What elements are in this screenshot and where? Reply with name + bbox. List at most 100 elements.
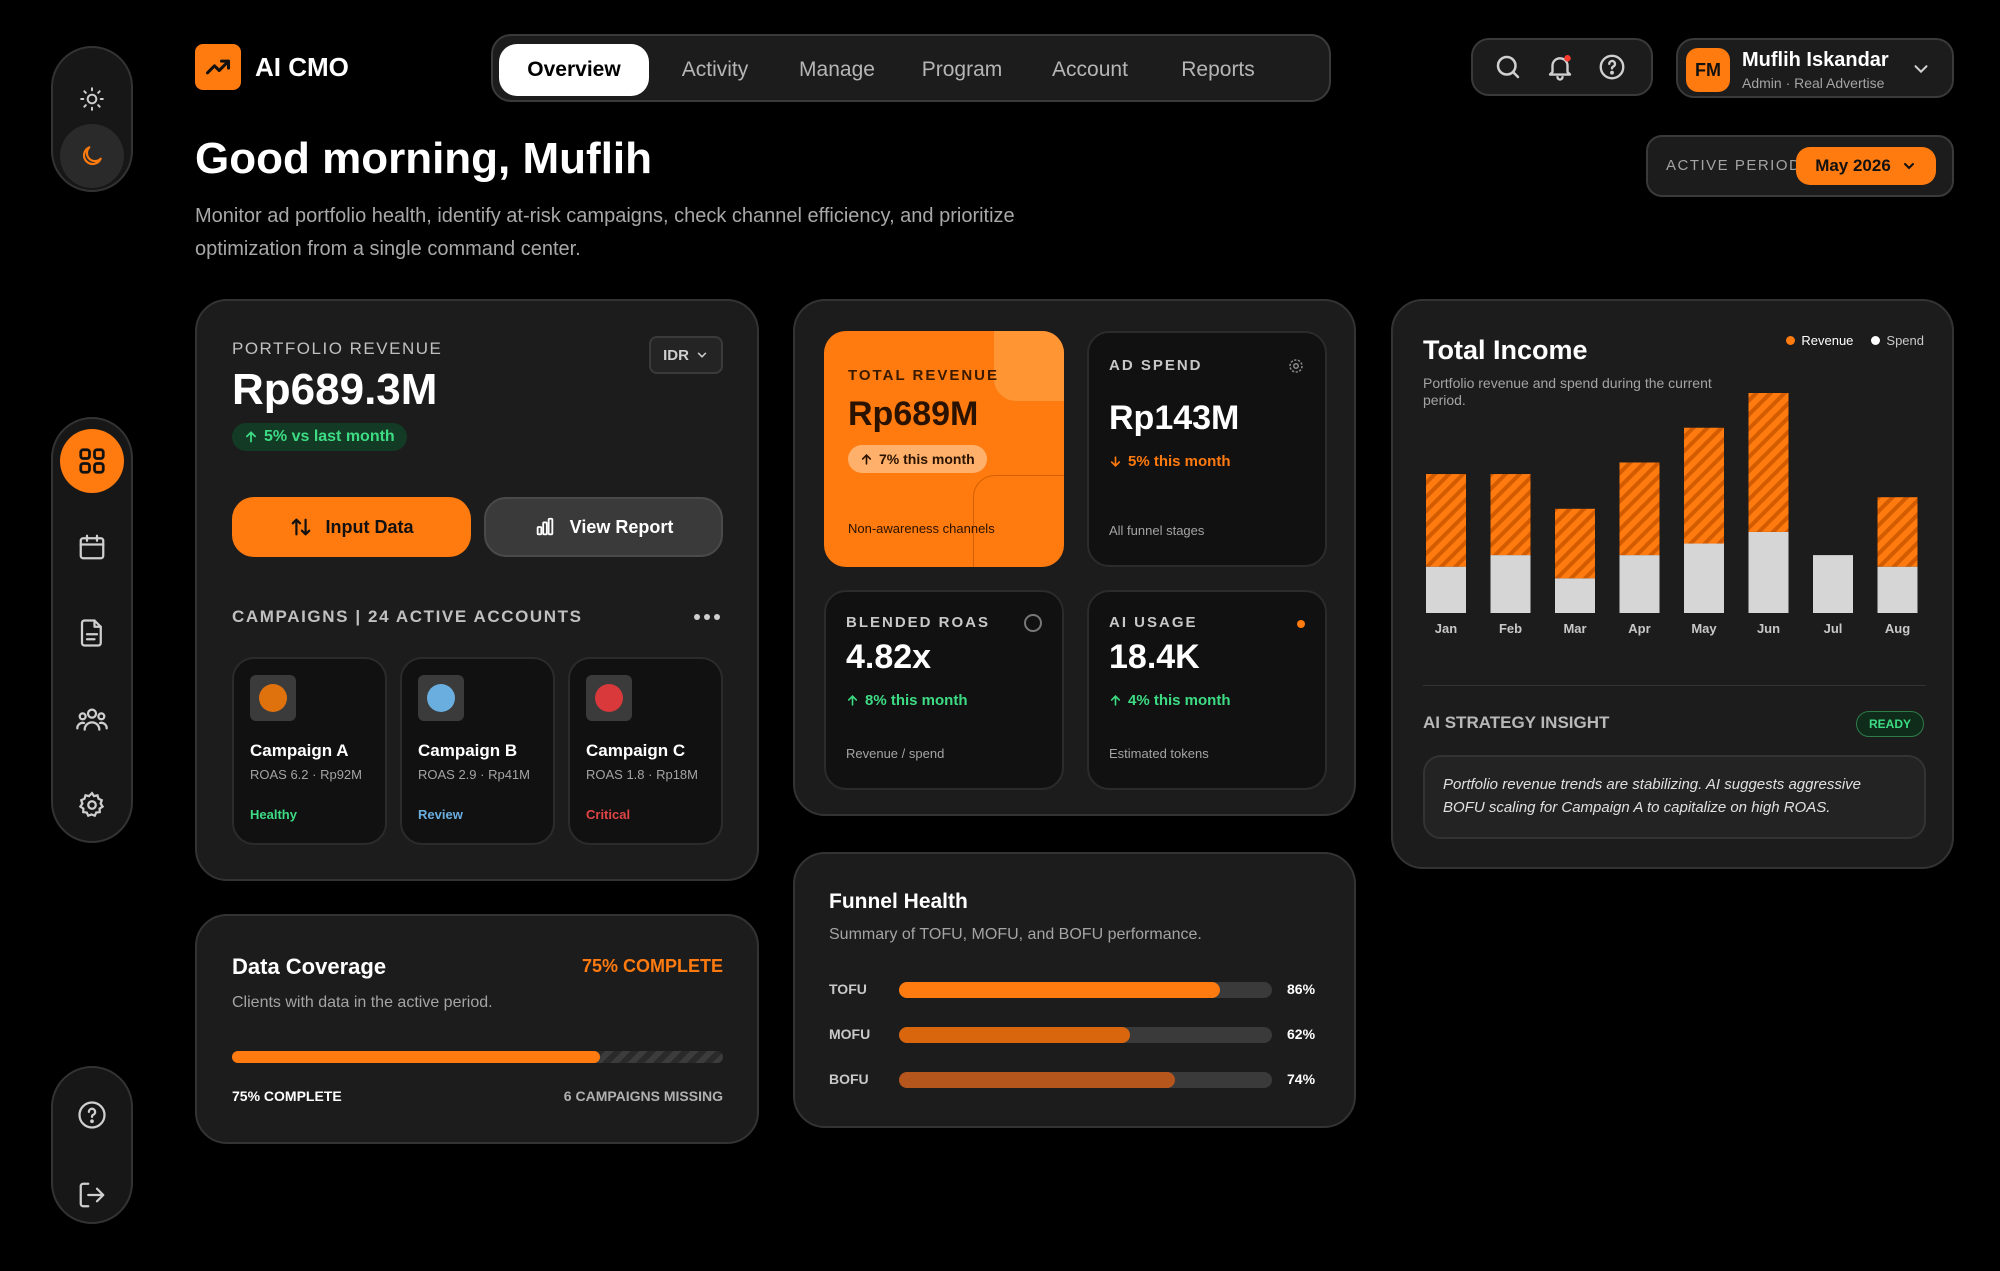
coverage-badge: 75% COMPLETE [581, 956, 723, 976]
search-button[interactable] [1493, 52, 1523, 82]
bar-revenue [1555, 508, 1595, 579]
coverage-progress-fill [232, 1051, 601, 1063]
notifications-button[interactable] [1545, 52, 1575, 82]
campaign-icon [586, 675, 632, 721]
total-revenue-change-text: 7% this month [879, 451, 975, 467]
period-select[interactable]: May 2026 [1796, 147, 1936, 185]
tab-overview[interactable]: Overview [499, 44, 649, 96]
total-revenue-change: 7% this month [848, 445, 987, 473]
ad-spend-change: 5% this month [1109, 453, 1231, 470]
bar-revenue [1748, 393, 1789, 532]
arrow-up-icon [246, 431, 256, 443]
insight-line-2: BOFU scaling for Campaign A to capitaliz… [1443, 799, 1831, 816]
view-report-button[interactable]: View Report [484, 497, 723, 557]
help-center-button[interactable] [1597, 52, 1627, 82]
campaign-meta: ROAS 6.2 · Rp92M [250, 767, 362, 782]
ad-spend-value: Rp143M [1109, 399, 1240, 437]
tab-account[interactable]: Account [1031, 44, 1149, 96]
bar-revenue [1619, 462, 1660, 556]
funnel-bar-fill [899, 982, 1220, 998]
sidebar-item-settings[interactable] [60, 773, 124, 837]
dark-mode-button[interactable] [60, 124, 124, 188]
user-name: Muflih Iskandar [1742, 49, 1889, 71]
ad-spend-change-text: 5% this month [1128, 453, 1231, 470]
sidebar-item-team[interactable] [60, 687, 124, 751]
bar-revenue [1426, 474, 1466, 567]
campaign-card[interactable]: Campaign B ROAS 2.9 · Rp41M Review [400, 657, 555, 845]
help-circle-icon [1599, 54, 1625, 80]
page-subtitle: Monitor ad portfolio health, identify at… [195, 200, 1015, 266]
funnel-bar-fill [899, 1072, 1176, 1088]
funnel-value: 62% [1287, 1026, 1316, 1042]
campaign-card[interactable]: Campaign A ROAS 6.2 · Rp92M Healthy [232, 657, 387, 845]
roas-change-text: 8% this month [865, 692, 968, 709]
subtitle-line-2: optimization from a single command cente… [195, 238, 581, 260]
ad-spend-card[interactable]: AD SPEND Rp143M 5% this month All funnel… [1087, 331, 1327, 567]
sidebar-item-dashboard[interactable] [60, 429, 124, 493]
view-report-label: View Report [569, 516, 674, 537]
portfolio-label: PORTFOLIO REVENUE [232, 339, 443, 358]
ai-usage-indicator [1297, 620, 1305, 628]
tab-reports[interactable]: Reports [1159, 44, 1277, 96]
roas-change: 8% this month [846, 692, 968, 709]
total-revenue-note: Non-awareness channels [848, 521, 995, 536]
bar-spend [1813, 555, 1853, 613]
avatar: FM [1686, 48, 1730, 92]
x-tick-label: Aug [1885, 621, 1910, 636]
tab-manage[interactable]: Manage [781, 44, 893, 96]
subtitle-line-1: Monitor ad portfolio health, identify at… [195, 205, 1015, 227]
grid-icon [79, 448, 105, 474]
ai-usage-label: AI USAGE [1109, 614, 1198, 631]
decor-shape [994, 331, 1064, 401]
input-data-button[interactable]: Input Data [232, 497, 471, 557]
moon-icon [82, 146, 102, 166]
user-role: Admin · Real Advertise [1742, 75, 1885, 91]
sidebar-item-documents[interactable] [60, 601, 124, 665]
funnel-bar-track [899, 982, 1272, 998]
page-title: Good morning, Muflih [195, 134, 653, 183]
funnel-health-card: Funnel Health Summary of TOFU, MOFU, and… [793, 852, 1356, 1128]
logout-button[interactable] [60, 1163, 124, 1227]
funnel-label: BOFU [829, 1071, 869, 1087]
ai-usage-card[interactable]: AI USAGE 18.4K 4% this month Estimated t… [1087, 590, 1327, 790]
roas-note: Revenue / spend [846, 746, 945, 761]
campaign-card[interactable]: Campaign C ROAS 1.8 · Rp18M Critical [568, 657, 723, 845]
user-menu[interactable]: FM Muflih Iskandar Admin · Real Advertis… [1676, 38, 1954, 98]
campaign-icon [418, 675, 464, 721]
total-income-card: Total Income Portfolio revenue and spend… [1391, 299, 1954, 869]
arrow-up-icon [1110, 695, 1121, 706]
coverage-footer-right: 6 CAMPAIGNS MISSING [563, 1088, 723, 1104]
blended-roas-card[interactable]: BLENDED ROAS 4.82x 8% this month Revenue… [824, 590, 1064, 790]
swap-icon [291, 518, 310, 536]
tab-program[interactable]: Program [903, 44, 1021, 96]
ai-usage-change-text: 4% this month [1128, 692, 1231, 709]
campaign-status: Healthy [250, 807, 297, 822]
roas-value: 4.82x [846, 638, 932, 676]
logout-icon [79, 1182, 105, 1208]
coverage-title: Data Coverage [232, 954, 387, 979]
insight-line-1: Portfolio revenue trends are stabilizing… [1443, 776, 1862, 793]
tab-activity[interactable]: Activity [659, 44, 771, 96]
funnel-title: Funnel Health [829, 890, 968, 913]
bar-revenue [1490, 474, 1531, 556]
bar-spend [1555, 578, 1595, 613]
gear-icon[interactable] [1287, 357, 1305, 375]
roas-label: BLENDED ROAS [846, 614, 991, 631]
campaigns-more-button[interactable] [693, 611, 721, 623]
x-tick-label: Jun [1757, 621, 1780, 636]
currency-value: IDR [663, 346, 689, 364]
chart-divider [1423, 685, 1926, 686]
currency-select[interactable]: IDR [649, 336, 723, 374]
light-mode-button[interactable] [60, 67, 124, 131]
bar-spend [1426, 566, 1466, 613]
income-bar-chart: Jan Feb Mar Apr May Jun Jul Aug [1426, 393, 1918, 636]
status-dot [595, 684, 623, 712]
arrow-up-icon [847, 695, 858, 706]
sidebar-item-calendar[interactable] [60, 515, 124, 579]
total-revenue-card[interactable]: TOTAL REVENUE Rp689M 7% this month Non-a… [824, 331, 1064, 567]
help-button[interactable] [60, 1083, 124, 1147]
brand-logo[interactable]: AI CMO [195, 44, 349, 90]
main-sidebar [51, 417, 133, 843]
funnel-label: MOFU [829, 1026, 871, 1042]
campaign-icon [250, 675, 296, 721]
